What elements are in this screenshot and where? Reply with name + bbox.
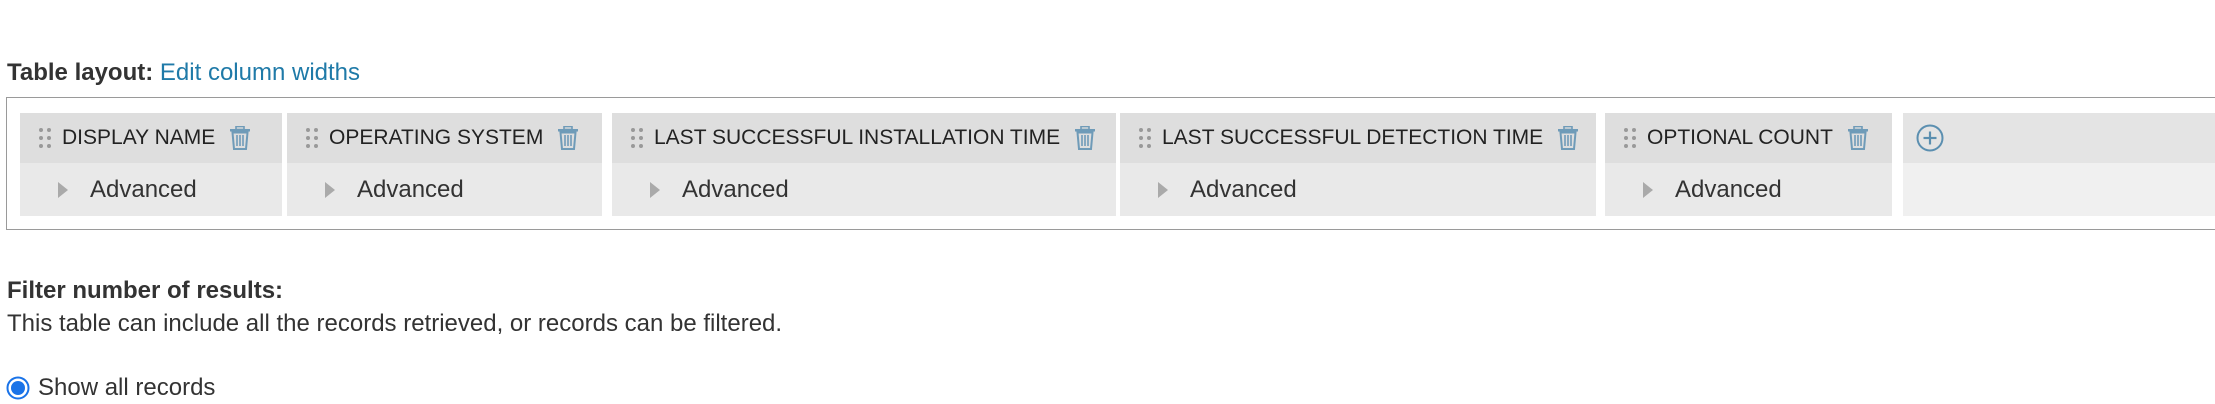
drag-handle-icon[interactable] — [38, 127, 52, 149]
trash-icon[interactable] — [1557, 126, 1579, 150]
column-title: OPERATING SYSTEM — [329, 126, 544, 149]
add-column-header — [1903, 113, 2215, 163]
show-all-records-option[interactable]: Show all records — [6, 373, 215, 403]
table-layout-row: Table layout: Edit column widths — [7, 58, 360, 88]
column-title: LAST SUCCESSFUL INSTALLATION TIME — [654, 126, 1061, 149]
filter-title: Filter number of results: — [7, 277, 284, 304]
advanced-label[interactable]: Advanced — [90, 176, 197, 204]
trash-icon[interactable] — [1847, 126, 1869, 150]
column-header: OPERATING SYSTEM — [287, 113, 602, 163]
column-display-name: DISPLAY NAME Advanced — [20, 113, 282, 216]
column-title: DISPLAY NAME — [62, 126, 216, 149]
add-column-slot — [1903, 113, 2215, 216]
caret-right-icon[interactable] — [1156, 181, 1170, 199]
edit-column-widths-link[interactable]: Edit column widths — [160, 59, 360, 86]
column-optional-count: OPTIONAL COUNT Advanced — [1605, 113, 1892, 216]
drag-handle-icon[interactable] — [305, 127, 319, 149]
page: Table layout: Edit column widths DISPLAY… — [0, 0, 2215, 404]
advanced-toggle[interactable]: Advanced — [1120, 163, 1596, 216]
column-last-successful-installation-time: LAST SUCCESSFUL INSTALLATION TIME Advanc… — [612, 113, 1116, 216]
column-header: LAST SUCCESSFUL INSTALLATION TIME — [612, 113, 1116, 163]
advanced-toggle[interactable]: Advanced — [20, 163, 282, 216]
drag-handle-icon[interactable] — [1623, 127, 1637, 149]
caret-right-icon[interactable] — [56, 181, 70, 199]
column-title: OPTIONAL COUNT — [1647, 126, 1833, 149]
advanced-label[interactable]: Advanced — [682, 176, 789, 204]
advanced-label[interactable]: Advanced — [1190, 176, 1297, 204]
drag-handle-icon[interactable] — [630, 127, 644, 149]
advanced-toggle[interactable]: Advanced — [1605, 163, 1892, 216]
show-all-records-label[interactable]: Show all records — [38, 373, 215, 403]
column-operating-system: OPERATING SYSTEM Advanced — [287, 113, 602, 216]
caret-right-icon[interactable] — [323, 181, 337, 199]
column-last-successful-detection-time: LAST SUCCESSFUL DETECTION TIME Advanced — [1120, 113, 1596, 216]
trash-icon[interactable] — [1074, 126, 1096, 150]
advanced-label[interactable]: Advanced — [1675, 176, 1782, 204]
drag-handle-icon[interactable] — [1138, 127, 1152, 149]
caret-right-icon[interactable] — [1641, 181, 1655, 199]
column-header: LAST SUCCESSFUL DETECTION TIME — [1120, 113, 1596, 163]
caret-right-icon[interactable] — [648, 181, 662, 199]
advanced-label[interactable]: Advanced — [357, 176, 464, 204]
advanced-toggle[interactable]: Advanced — [612, 163, 1116, 216]
advanced-toggle[interactable]: Advanced — [287, 163, 602, 216]
columns-container: DISPLAY NAME Advanced OPERATING SYSTEM A… — [6, 97, 2215, 230]
column-header: DISPLAY NAME — [20, 113, 282, 163]
trash-icon[interactable] — [229, 126, 251, 150]
plus-circle-icon[interactable] — [1915, 123, 1945, 153]
column-title: LAST SUCCESSFUL DETECTION TIME — [1162, 126, 1544, 149]
table-layout-label: Table layout: — [7, 59, 154, 86]
column-header: OPTIONAL COUNT — [1605, 113, 1892, 163]
trash-icon[interactable] — [557, 126, 579, 150]
filter-description: This table can include all the records r… — [7, 310, 783, 337]
radio-selected-icon[interactable] — [6, 376, 30, 400]
